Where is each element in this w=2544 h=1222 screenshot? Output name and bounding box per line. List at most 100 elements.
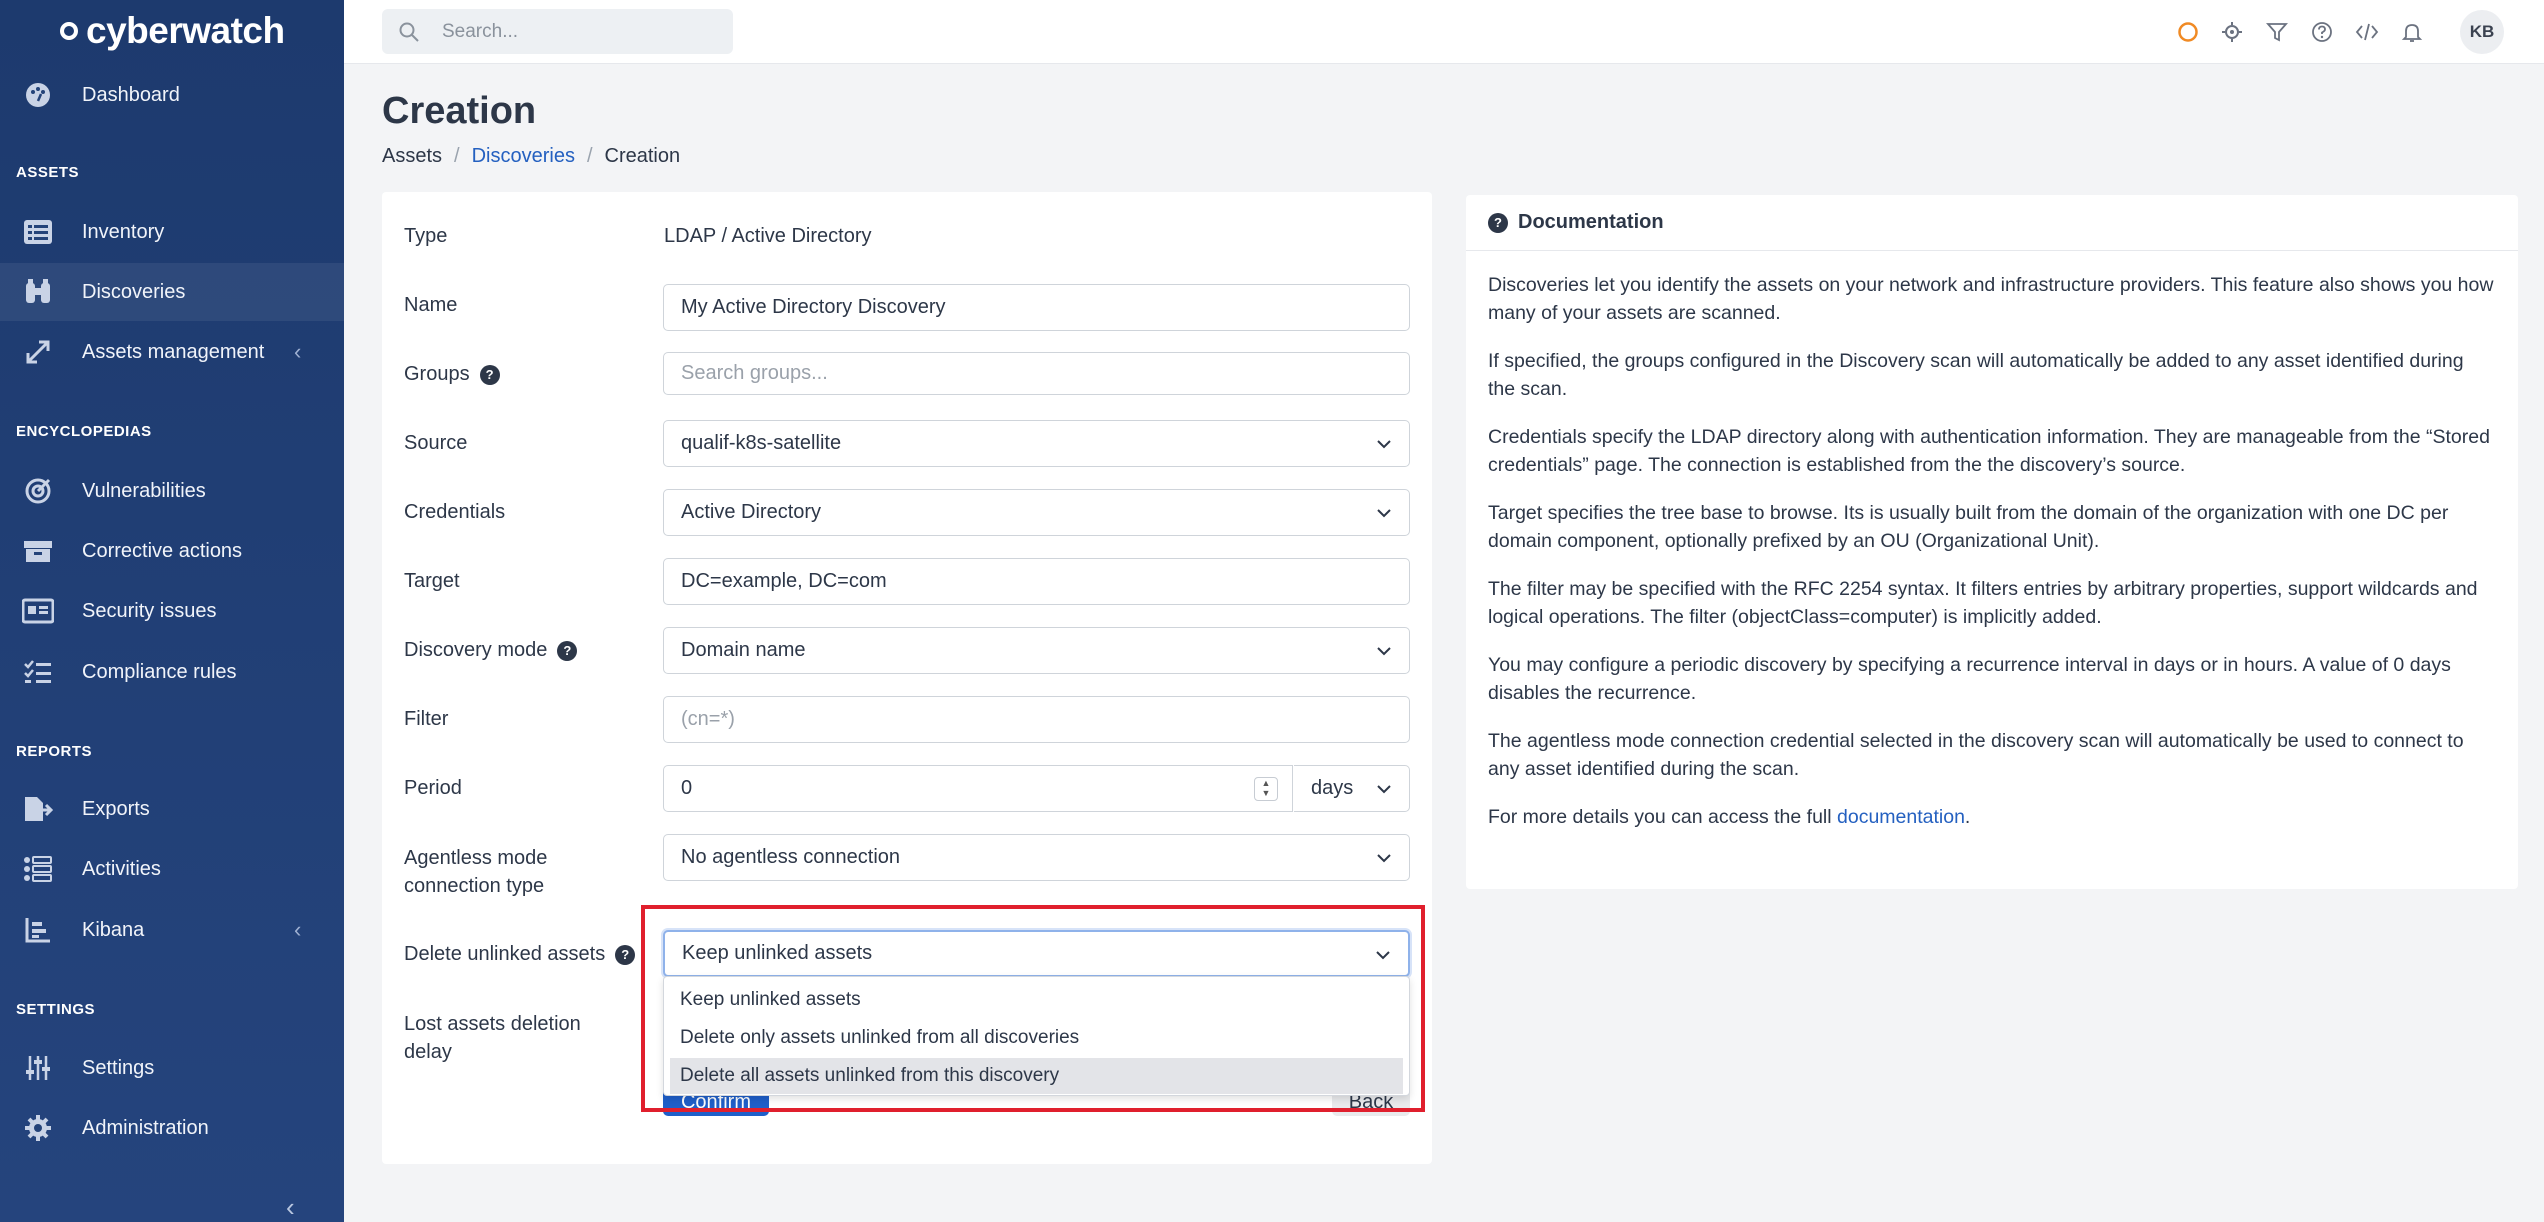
discovery-mode-select[interactable]: Domain name (663, 627, 1410, 674)
period-label: Period (404, 777, 462, 799)
filter-label: Filter (404, 708, 449, 730)
filter-icon[interactable] (2263, 18, 2291, 46)
help-icon[interactable] (2308, 18, 2336, 46)
checklist-icon (22, 656, 54, 688)
target-value: DC=example, DC=com (681, 570, 887, 592)
period-value: 0 (681, 777, 693, 799)
chevron-down-icon (1377, 440, 1391, 449)
source-value: qualif-k8s-satellite (681, 432, 842, 454)
bell-icon[interactable] (2398, 18, 2426, 46)
brand-name: cyberwatch (86, 10, 285, 51)
file-export-icon (22, 793, 54, 825)
user-avatar[interactable]: KB (2460, 10, 2504, 54)
sidebar-item-administration[interactable]: Administration (0, 1099, 344, 1157)
chevron-down-icon (1377, 647, 1391, 656)
breadcrumb-discoveries-link[interactable]: Discoveries (472, 145, 575, 168)
documentation-title: Documentation (1518, 211, 1664, 233)
gear-icon (22, 1112, 54, 1144)
sidebar-item-label: Compliance rules (82, 660, 237, 683)
sidebar-item-label: Settings (82, 1056, 155, 1079)
sidebar-item-label: Dashboard (82, 83, 180, 106)
code-icon[interactable] (2353, 18, 2381, 46)
breadcrumb: Assets / Discoveries / Creation (382, 145, 680, 168)
agentless-select[interactable]: No agentless connection (663, 834, 1410, 881)
help-icon: ? (1488, 212, 1508, 233)
help-icon[interactable]: ? (557, 640, 578, 661)
screen-icon (22, 595, 54, 627)
page-title: Creation (382, 90, 537, 132)
section-settings: SETTINGS (16, 1001, 96, 1018)
sidebar-item-label: Inventory (82, 220, 165, 243)
search-icon (398, 21, 420, 43)
status-circle-icon[interactable] (2174, 18, 2202, 46)
chevron-left-icon: ‹ (294, 339, 302, 364)
help-icon[interactable]: ? (615, 944, 636, 965)
bar-chart-icon (22, 914, 54, 946)
sidebar-item-label: Discoveries (82, 280, 186, 303)
credentials-select[interactable]: Active Directory (663, 489, 1410, 536)
period-unit-value: days (1311, 777, 1354, 799)
period-number-field[interactable]: 0 ▲ ▼ (663, 765, 1293, 812)
documentation-header: ? Documentation (1466, 195, 2518, 251)
sidebar: cyberwatch Dashboard ASSETS Inventory Di… (0, 0, 344, 1222)
box-icon (22, 535, 54, 567)
section-encyclopedias: ENCYCLOPEDIAS (16, 423, 152, 440)
chevron-down-icon (1377, 509, 1391, 518)
section-reports: REPORTS (16, 743, 93, 760)
sidebar-item-corrective-actions[interactable]: Corrective actions (0, 522, 344, 580)
doc-paragraph-more: For more details you can access the full… (1488, 806, 1971, 828)
groups-search-field[interactable]: Search groups... (663, 352, 1410, 395)
source-label: Source (404, 432, 468, 454)
number-stepper[interactable]: ▲ ▼ (1254, 777, 1278, 801)
doc-paragraph: Discoveries let you identify the assets … (1488, 274, 2494, 324)
period-unit-select[interactable]: days (1294, 765, 1410, 812)
name-field[interactable]: My Active Directory Discovery (663, 284, 1410, 331)
chevron-down-icon (1377, 854, 1391, 863)
credentials-value: Active Directory (681, 501, 822, 523)
breadcrumb-separator: / (454, 145, 460, 167)
sidebar-item-label: Assets management (82, 340, 265, 363)
documentation-link[interactable]: documentation (1837, 806, 1965, 828)
groups-label: Groups? (404, 360, 500, 388)
help-icon[interactable]: ? (479, 364, 500, 385)
collapse-sidebar-icon[interactable]: ‹ (286, 1192, 295, 1222)
sidebar-item-assets-management[interactable]: Assets management ‹ (0, 323, 344, 381)
discovery-mode-value: Domain name (681, 639, 806, 661)
lost-assets-label: Lost assets deletion delay (404, 1013, 581, 1063)
target-field[interactable]: DC=example, DC=com (663, 558, 1410, 605)
documentation-body: Discoveries let you identify the assets … (1466, 251, 2518, 831)
doc-paragraph: The agentless mode connection credential… (1488, 730, 2464, 780)
sidebar-item-settings[interactable]: Settings (0, 1039, 344, 1097)
sidebar-item-label: Security issues (82, 599, 217, 622)
search-input[interactable] (442, 20, 722, 43)
top-bar: KB (344, 0, 2544, 64)
sidebar-item-dashboard[interactable]: Dashboard (0, 66, 344, 124)
sidebar-item-vulnerabilities[interactable]: Vulnerabilities (0, 462, 344, 520)
breadcrumb-current: Creation (604, 145, 681, 167)
sidebar-item-activities[interactable]: Activities (0, 840, 344, 898)
doc-paragraph: Credentials specify the LDAP directory a… (1488, 426, 2490, 476)
sidebar-item-compliance-rules[interactable]: Compliance rules (0, 643, 344, 701)
sidebar-item-discoveries[interactable]: Discoveries (0, 263, 344, 321)
sidebar-item-security-issues[interactable]: Security issues (0, 582, 344, 640)
chevron-left-icon: ‹ (294, 917, 302, 942)
sidebar-item-kibana[interactable]: Kibana ‹ (0, 901, 344, 959)
brand-logo[interactable]: cyberwatch (0, 0, 344, 62)
sidebar-item-label: Exports (82, 797, 150, 820)
filter-field[interactable]: (cn=*) (663, 696, 1410, 743)
source-select[interactable]: qualif-k8s-satellite (663, 420, 1410, 467)
search-box[interactable] (382, 9, 733, 54)
sliders-icon (22, 1052, 54, 1084)
breadcrumb-separator: / (586, 145, 593, 167)
groups-placeholder: Search groups... (681, 362, 828, 384)
sidebar-item-label: Administration (82, 1116, 209, 1139)
doc-paragraph: You may configure a periodic discovery b… (1488, 654, 2451, 704)
discovery-mode-label: Discovery mode? (404, 636, 578, 664)
gear-icon[interactable] (2218, 18, 2246, 46)
dashboard-icon (22, 79, 54, 111)
type-label: Type (404, 225, 448, 247)
name-label: Name (404, 294, 458, 316)
sidebar-item-label: Vulnerabilities (82, 479, 206, 502)
sidebar-item-exports[interactable]: Exports (0, 780, 344, 838)
sidebar-item-inventory[interactable]: Inventory (0, 203, 344, 261)
